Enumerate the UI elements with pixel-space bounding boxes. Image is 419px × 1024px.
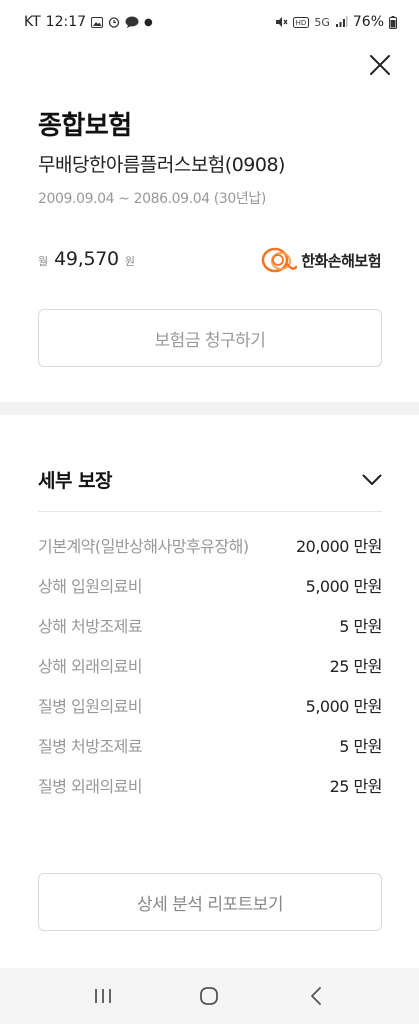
coverage-name: 기본계약(일반상해사망후유장해) xyxy=(38,537,249,556)
chevron-down-icon[interactable] xyxy=(362,474,382,486)
coverage-name: 질병 외래의료비 xyxy=(38,777,143,796)
policy-period: 2009.09.04 ~ 2086.09.04 (30년납) xyxy=(38,191,266,207)
insurer-logo-icon xyxy=(261,247,298,273)
home-button[interactable] xyxy=(189,976,229,1016)
svg-text:HD: HD xyxy=(296,19,307,27)
coverage-row: 질병 처방조제료 5 만원 xyxy=(38,736,382,758)
policy-category: 종합보험 xyxy=(38,111,132,141)
recent-apps-icon xyxy=(95,989,112,1003)
status-left: KT 12:17 ● xyxy=(24,14,153,30)
detail-header[interactable]: 세부 보장 xyxy=(38,466,382,493)
coverage-row: 질병 외래의료비 25 만원 xyxy=(38,776,383,798)
signal-icon xyxy=(335,16,348,27)
battery-label: 76% xyxy=(352,14,384,30)
status-right: HD 5G 76% xyxy=(275,14,397,30)
coverage-name: 상해 외래의료비 xyxy=(38,657,143,676)
section-divider xyxy=(0,402,419,415)
back-icon xyxy=(310,987,321,1005)
coverage-list: 기본계약(일반상해사망후유장해) 20,000 만원 상해 입원의료비 5,00… xyxy=(38,536,383,816)
carrier-label: KT xyxy=(24,14,41,30)
network-label: 5G xyxy=(314,15,330,29)
battery-icon xyxy=(389,15,397,29)
coverage-row: 질병 입원의료비 5,000 만원 xyxy=(38,696,383,718)
premium-suffix: 원 xyxy=(124,255,135,268)
coverage-value: 5 만원 xyxy=(339,617,382,636)
coverage-name: 상해 처방조제료 xyxy=(38,617,143,636)
hd-icon: HD xyxy=(293,16,310,28)
report-button[interactable]: 상세 분석 리포트보기 xyxy=(38,873,382,931)
insurer-name: 한화손해보험 xyxy=(301,251,381,270)
detail-title: 세부 보장 xyxy=(38,470,113,492)
detail-divider xyxy=(38,511,382,512)
mute-icon xyxy=(276,17,288,27)
coverage-value: 5 만원 xyxy=(339,737,382,756)
premium-prefix: 월 xyxy=(38,255,49,268)
notification-dot: ● xyxy=(144,16,153,28)
coverage-value: 25 만원 xyxy=(329,657,383,676)
coverage-name: 질병 처방조제료 xyxy=(38,737,143,756)
close-button[interactable] xyxy=(365,50,395,80)
back-button[interactable] xyxy=(296,976,336,1016)
coverage-value: 5,000 만원 xyxy=(305,577,383,596)
recent-apps-button[interactable] xyxy=(83,976,123,1016)
coverage-name: 질병 입원의료비 xyxy=(38,697,143,716)
coverage-name: 상해 입원의료비 xyxy=(38,577,143,596)
coverage-value: 5,000 만원 xyxy=(305,697,383,716)
product-name: 무배당한아름플러스보험(0908) xyxy=(38,154,285,176)
coverage-row: 상해 입원의료비 5,000 만원 xyxy=(38,576,383,598)
system-nav-bar xyxy=(0,968,419,1024)
insurer-brand: 한화손해보험 xyxy=(261,245,381,275)
status-bar: KT 12:17 ● HD 5G 76% xyxy=(0,0,419,44)
clock: 12:17 xyxy=(45,14,87,30)
premium-amount: 49,570 xyxy=(54,248,119,270)
close-icon xyxy=(370,55,390,75)
gallery-icon xyxy=(91,16,104,28)
alarm-icon xyxy=(108,17,120,28)
coverage-row: 상해 외래의료비 25 만원 xyxy=(38,656,383,678)
coverage-value: 25 만원 xyxy=(329,777,383,796)
coverage-row: 상해 처방조제료 5 만원 xyxy=(38,616,382,638)
claim-button[interactable]: 보험금 청구하기 xyxy=(38,309,382,367)
coverage-row: 기본계약(일반상해사망후유장해) 20,000 만원 xyxy=(38,536,383,558)
coverage-value: 20,000 만원 xyxy=(295,537,383,556)
home-icon xyxy=(200,987,219,1005)
talk-icon xyxy=(125,16,139,28)
monthly-premium: 월 49,570 원 xyxy=(38,248,135,270)
